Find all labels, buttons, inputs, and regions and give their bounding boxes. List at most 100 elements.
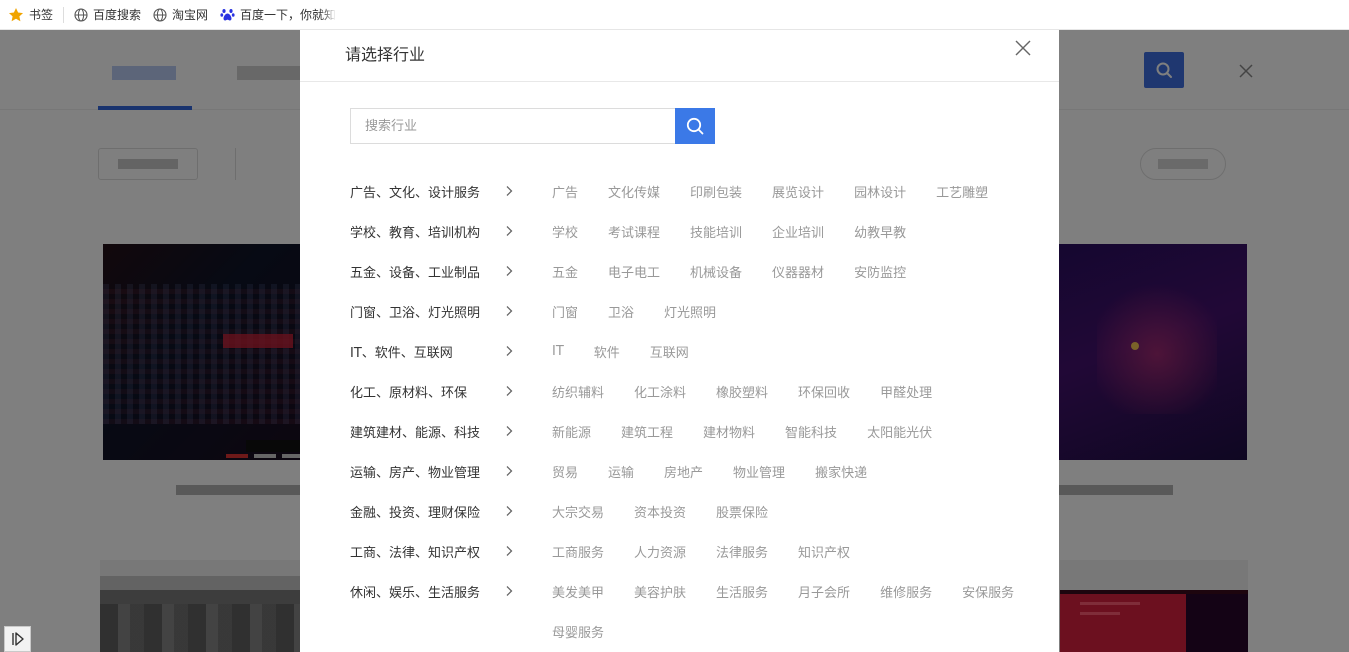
industry-subcategory-link[interactable]: 电子电工 — [608, 262, 660, 281]
industry-category[interactable]: 休闲、娱乐、生活服务 — [350, 571, 520, 611]
bookmark-item-baidu-search[interactable]: 百度搜索 — [74, 6, 141, 23]
industry-category[interactable]: 化工、原材料、环保 — [350, 371, 520, 411]
industry-subcategory-list: 母婴服务 — [552, 611, 634, 651]
sidebar-toggle-button[interactable] — [4, 626, 31, 652]
industry-subcategory-list: 新能源 建筑工程 建材物料 智能科技 太阳能光伏 — [552, 411, 962, 451]
industry-subcategory-link[interactable]: 文化传媒 — [608, 182, 660, 201]
dialog-header: 请选择行业 — [300, 30, 1059, 82]
industry-subcategory-link[interactable]: 美容护肤 — [634, 582, 686, 601]
industry-subcategory-link[interactable]: 考试课程 — [608, 222, 660, 241]
industry-row: 学校、教育、培训机构 学校 考试课程 技能培训 企业培训 幼教早教 — [350, 211, 1050, 251]
industry-category[interactable]: 广告、文化、设计服务 — [350, 171, 520, 211]
industry-subcategory-link[interactable]: 太阳能光伏 — [867, 422, 932, 441]
industry-subcategory-list: 大宗交易 资本投资 股票保险 — [552, 491, 798, 531]
industry-subcategory-link[interactable]: 互联网 — [650, 342, 689, 361]
globe-icon — [74, 7, 88, 22]
industry-subcategory-link[interactable]: 门窗 — [552, 302, 578, 321]
globe-icon — [153, 7, 167, 22]
industry-subcategory-link[interactable]: IT — [552, 344, 564, 359]
industry-subcategory-link[interactable]: 搬家快递 — [815, 462, 867, 481]
industry-row: 金融、投资、理财保险 大宗交易 资本投资 股票保险 — [350, 491, 1050, 531]
industry-subcategory-link[interactable]: 工艺雕塑 — [936, 182, 988, 201]
chevron-right-icon — [504, 345, 514, 357]
industry-category[interactable]: 门窗、卫浴、灯光照明 — [350, 291, 520, 331]
industry-subcategory-list: 贸易 运输 房地产 物业管理 搬家快递 — [552, 451, 897, 491]
industry-category[interactable]: IT、软件、互联网 — [350, 331, 520, 371]
industry-subcategory-link[interactable]: 生活服务 — [716, 582, 768, 601]
industry-subcategory-link[interactable]: 物业管理 — [733, 462, 785, 481]
industry-category-label: 学校、教育、培训机构 — [350, 225, 481, 241]
industry-subcategory-link[interactable]: 化工涂料 — [634, 382, 686, 401]
industry-subcategory-link[interactable]: 房地产 — [664, 462, 703, 481]
industry-subcategory-link[interactable]: 维修服务 — [880, 582, 932, 601]
industry-row: 建筑建材、能源、科技 新能源 建筑工程 建材物料 智能科技 太阳能光伏 — [350, 411, 1050, 451]
industry-subcategory-link[interactable]: 企业培训 — [772, 222, 824, 241]
industry-category-label: 门窗、卫浴、灯光照明 — [350, 305, 481, 321]
industry-subcategory-link[interactable]: 月子会所 — [798, 582, 850, 601]
industry-subcategory-link[interactable]: 环保回收 — [798, 382, 850, 401]
industry-subcategory-link[interactable]: 智能科技 — [785, 422, 837, 441]
industry-subcategory-link[interactable]: 股票保险 — [716, 502, 768, 521]
industry-subcategory-link[interactable]: 贸易 — [552, 462, 578, 481]
bookmark-label: 百度一下，你就知 — [240, 8, 337, 22]
search-icon — [686, 117, 704, 135]
chevron-right-icon — [504, 185, 514, 197]
industry-subcategory-link[interactable]: 工商服务 — [552, 542, 604, 561]
industry-search-button[interactable] — [675, 108, 715, 144]
industry-search-input[interactable] — [350, 108, 675, 144]
industry-subcategory-link[interactable]: 法律服务 — [716, 542, 768, 561]
industry-subcategory-link[interactable]: 卫浴 — [608, 302, 634, 321]
industry-subcategory-link[interactable]: 安防监控 — [854, 262, 906, 281]
bookmark-item-taobao[interactable]: 淘宝网 — [153, 6, 208, 23]
industry-subcategory-link[interactable]: 新能源 — [552, 422, 591, 441]
industry-subcategory-link[interactable]: 展览设计 — [772, 182, 824, 201]
industry-subcategory-link[interactable]: 学校 — [552, 222, 578, 241]
baidu-paw-icon — [220, 7, 235, 22]
industry-category-list: 广告、文化、设计服务 广告 文化传媒 印刷包装 展览设计 园林设计 工艺雕塑学校、教育、培训… — [350, 171, 1050, 651]
industry-category[interactable]: 金融、投资、理财保险 — [350, 491, 520, 531]
industry-subcategory-link[interactable]: 灯光照明 — [664, 302, 716, 321]
industry-row: 运输、房产、物业管理 贸易 运输 房地产 物业管理 搬家快递 — [350, 451, 1050, 491]
industry-category[interactable]: 建筑建材、能源、科技 — [350, 411, 520, 451]
bookmark-label: 百度搜索 — [93, 8, 142, 22]
industry-subcategory-link[interactable]: 甲醛处理 — [880, 382, 932, 401]
industry-subcategory-link[interactable]: 大宗交易 — [552, 502, 604, 521]
chevron-right-icon — [504, 385, 514, 397]
industry-row: 门窗、卫浴、灯光照明 门窗 卫浴 灯光照明 — [350, 291, 1050, 331]
industry-subcategory-link[interactable]: 建材物料 — [703, 422, 755, 441]
industry-subcategory-link[interactable]: 运输 — [608, 462, 634, 481]
industry-row: 母婴服务 — [350, 611, 1050, 651]
industry-subcategory-link[interactable]: 知识产权 — [798, 542, 850, 561]
industry-category-label: IT、软件、互联网 — [350, 345, 453, 361]
industry-subcategory-link[interactable]: 幼教早教 — [854, 222, 906, 241]
industry-category[interactable]: 五金、设备、工业制品 — [350, 251, 520, 291]
industry-subcategory-link[interactable]: 广告 — [552, 182, 578, 201]
industry-subcategory-link[interactable]: 软件 — [594, 342, 620, 361]
industry-subcategory-link[interactable]: 五金 — [552, 262, 578, 281]
industry-subcategory-link[interactable]: 技能培训 — [690, 222, 742, 241]
industry-category-label: 工商、法律、知识产权 — [350, 545, 481, 561]
industry-subcategory-link[interactable]: 母婴服务 — [552, 622, 604, 641]
bookmark-item-bookmarks[interactable]: 书签 — [8, 6, 53, 23]
industry-subcategory-link[interactable]: 资本投资 — [634, 502, 686, 521]
industry-category-label: 化工、原材料、环保 — [350, 385, 468, 401]
industry-subcategory-link[interactable]: 美发美甲 — [552, 582, 604, 601]
industry-subcategory-link[interactable]: 园林设计 — [854, 182, 906, 201]
chevron-right-icon — [504, 305, 514, 317]
industry-subcategory-link[interactable]: 印刷包装 — [690, 182, 742, 201]
industry-category[interactable]: 工商、法律、知识产权 — [350, 531, 520, 571]
industry-subcategory-link[interactable]: 安保服务 — [962, 582, 1014, 601]
bookmark-item-baidu[interactable]: 百度一下，你就知 — [220, 6, 337, 23]
industry-subcategory-list: 门窗 卫浴 灯光照明 — [552, 291, 746, 331]
industry-subcategory-link[interactable]: 橡胶塑料 — [716, 382, 768, 401]
chevron-right-icon — [504, 505, 514, 517]
industry-subcategory-link[interactable]: 仪器器材 — [772, 262, 824, 281]
industry-category[interactable]: 学校、教育、培训机构 — [350, 211, 520, 251]
industry-subcategory-link[interactable]: 建筑工程 — [621, 422, 673, 441]
industry-subcategory-link[interactable]: 机械设备 — [690, 262, 742, 281]
industry-subcategory-link[interactable]: 人力资源 — [634, 542, 686, 561]
industry-category[interactable]: 运输、房产、物业管理 — [350, 451, 520, 491]
close-icon[interactable] — [1014, 39, 1032, 57]
industry-subcategory-link[interactable]: 纺织辅料 — [552, 382, 604, 401]
industry-subcategory-list: 纺织辅料 化工涂料 橡胶塑料 环保回收 甲醛处理 — [552, 371, 962, 411]
